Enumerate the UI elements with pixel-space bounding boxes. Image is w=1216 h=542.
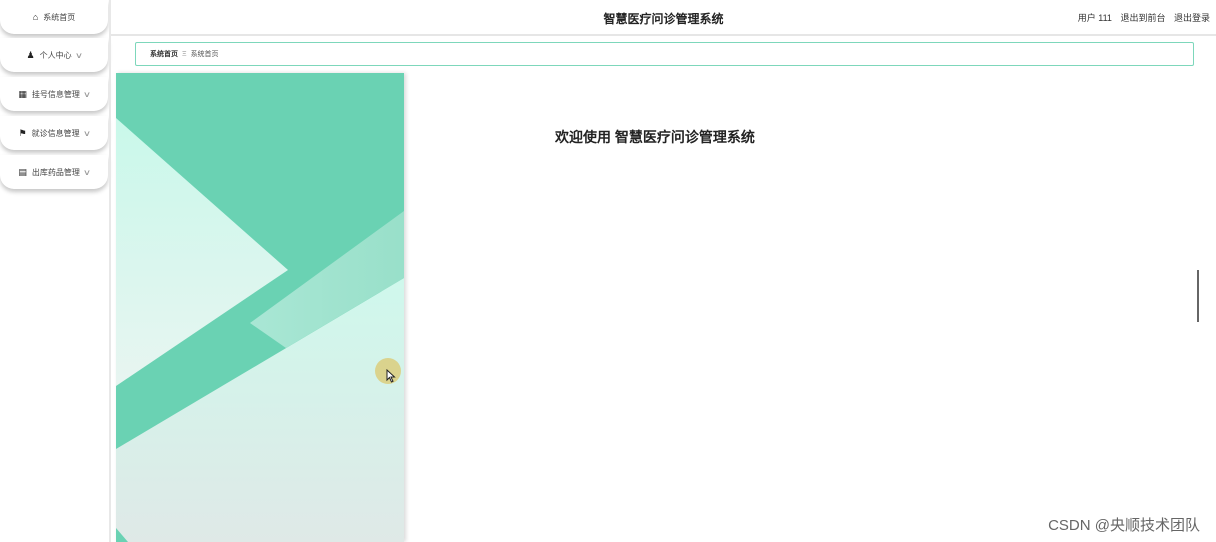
sidebar-item-visits[interactable]: ⚑ 就诊信息管理 ∨ [0,116,108,150]
sidebar-item-label: 挂号信息管理 [31,89,80,99]
sidebar-item-personal-center[interactable]: ♟ 个人中心 ∨ [0,38,108,72]
clipboard-icon: ▤ [18,166,27,177]
sidebar-divider [109,0,111,542]
sidebar: ⌂ 系统首页 ♟ 个人中心 ∨ ▦ 挂号信息管理 ∨ ⚑ 就诊信息管理 ∨ ▤ … [0,0,110,542]
breadcrumb-current: 系统首页 [190,51,219,58]
welcome-heading: 欢迎使用 智慧医疗问诊管理系统 [555,129,755,145]
chevron-down-icon: ∨ [82,89,91,99]
breadcrumb: 系统首页 Ξ 系统首页 [135,42,1194,66]
username-label: 用户 111 [1077,13,1112,23]
user-icon: ♟ [26,49,35,60]
chevron-down-icon: ∨ [82,167,91,177]
hero-geometric-art [116,73,404,542]
user-area: 用户 111 退出到前台 退出登录 [1078,11,1210,24]
flag-icon: ⚑ [18,127,27,138]
chevron-down-icon: ∨ [74,50,83,60]
sidebar-item-registration[interactable]: ▦ 挂号信息管理 ∨ [0,77,108,111]
grid-icon: ▦ [18,88,27,99]
chevron-down-icon: ∨ [82,128,91,138]
sidebar-item-label: 系统首页 [43,12,76,22]
sidebar-item-medicine-outbound[interactable]: ▤ 出库药品管理 ∨ [0,155,108,189]
sidebar-item-label: 就诊信息管理 [31,128,80,138]
breadcrumb-separator-icon: Ξ [182,50,187,58]
scrollbar-thumb[interactable] [1197,270,1199,322]
cursor-arrow-icon [386,369,396,383]
sidebar-item-home[interactable]: ⌂ 系统首页 [0,0,108,34]
home-icon: ⌂ [32,12,39,22]
top-header: 智慧医疗问诊管理系统 用户 111 退出到前台 退出登录 [111,0,1216,36]
app-title: 智慧医疗问诊管理系统 [603,12,724,26]
logout-link[interactable]: 退出登录 [1174,13,1210,23]
watermark: CSDN @央顺技术团队 [1048,517,1200,534]
exit-to-front-link[interactable]: 退出到前台 [1120,13,1165,23]
hero-illustration [116,73,404,542]
sidebar-item-label: 出库药品管理 [31,167,80,177]
breadcrumb-home-link[interactable]: 系统首页 [150,49,178,59]
sidebar-item-label: 个人中心 [39,50,72,60]
